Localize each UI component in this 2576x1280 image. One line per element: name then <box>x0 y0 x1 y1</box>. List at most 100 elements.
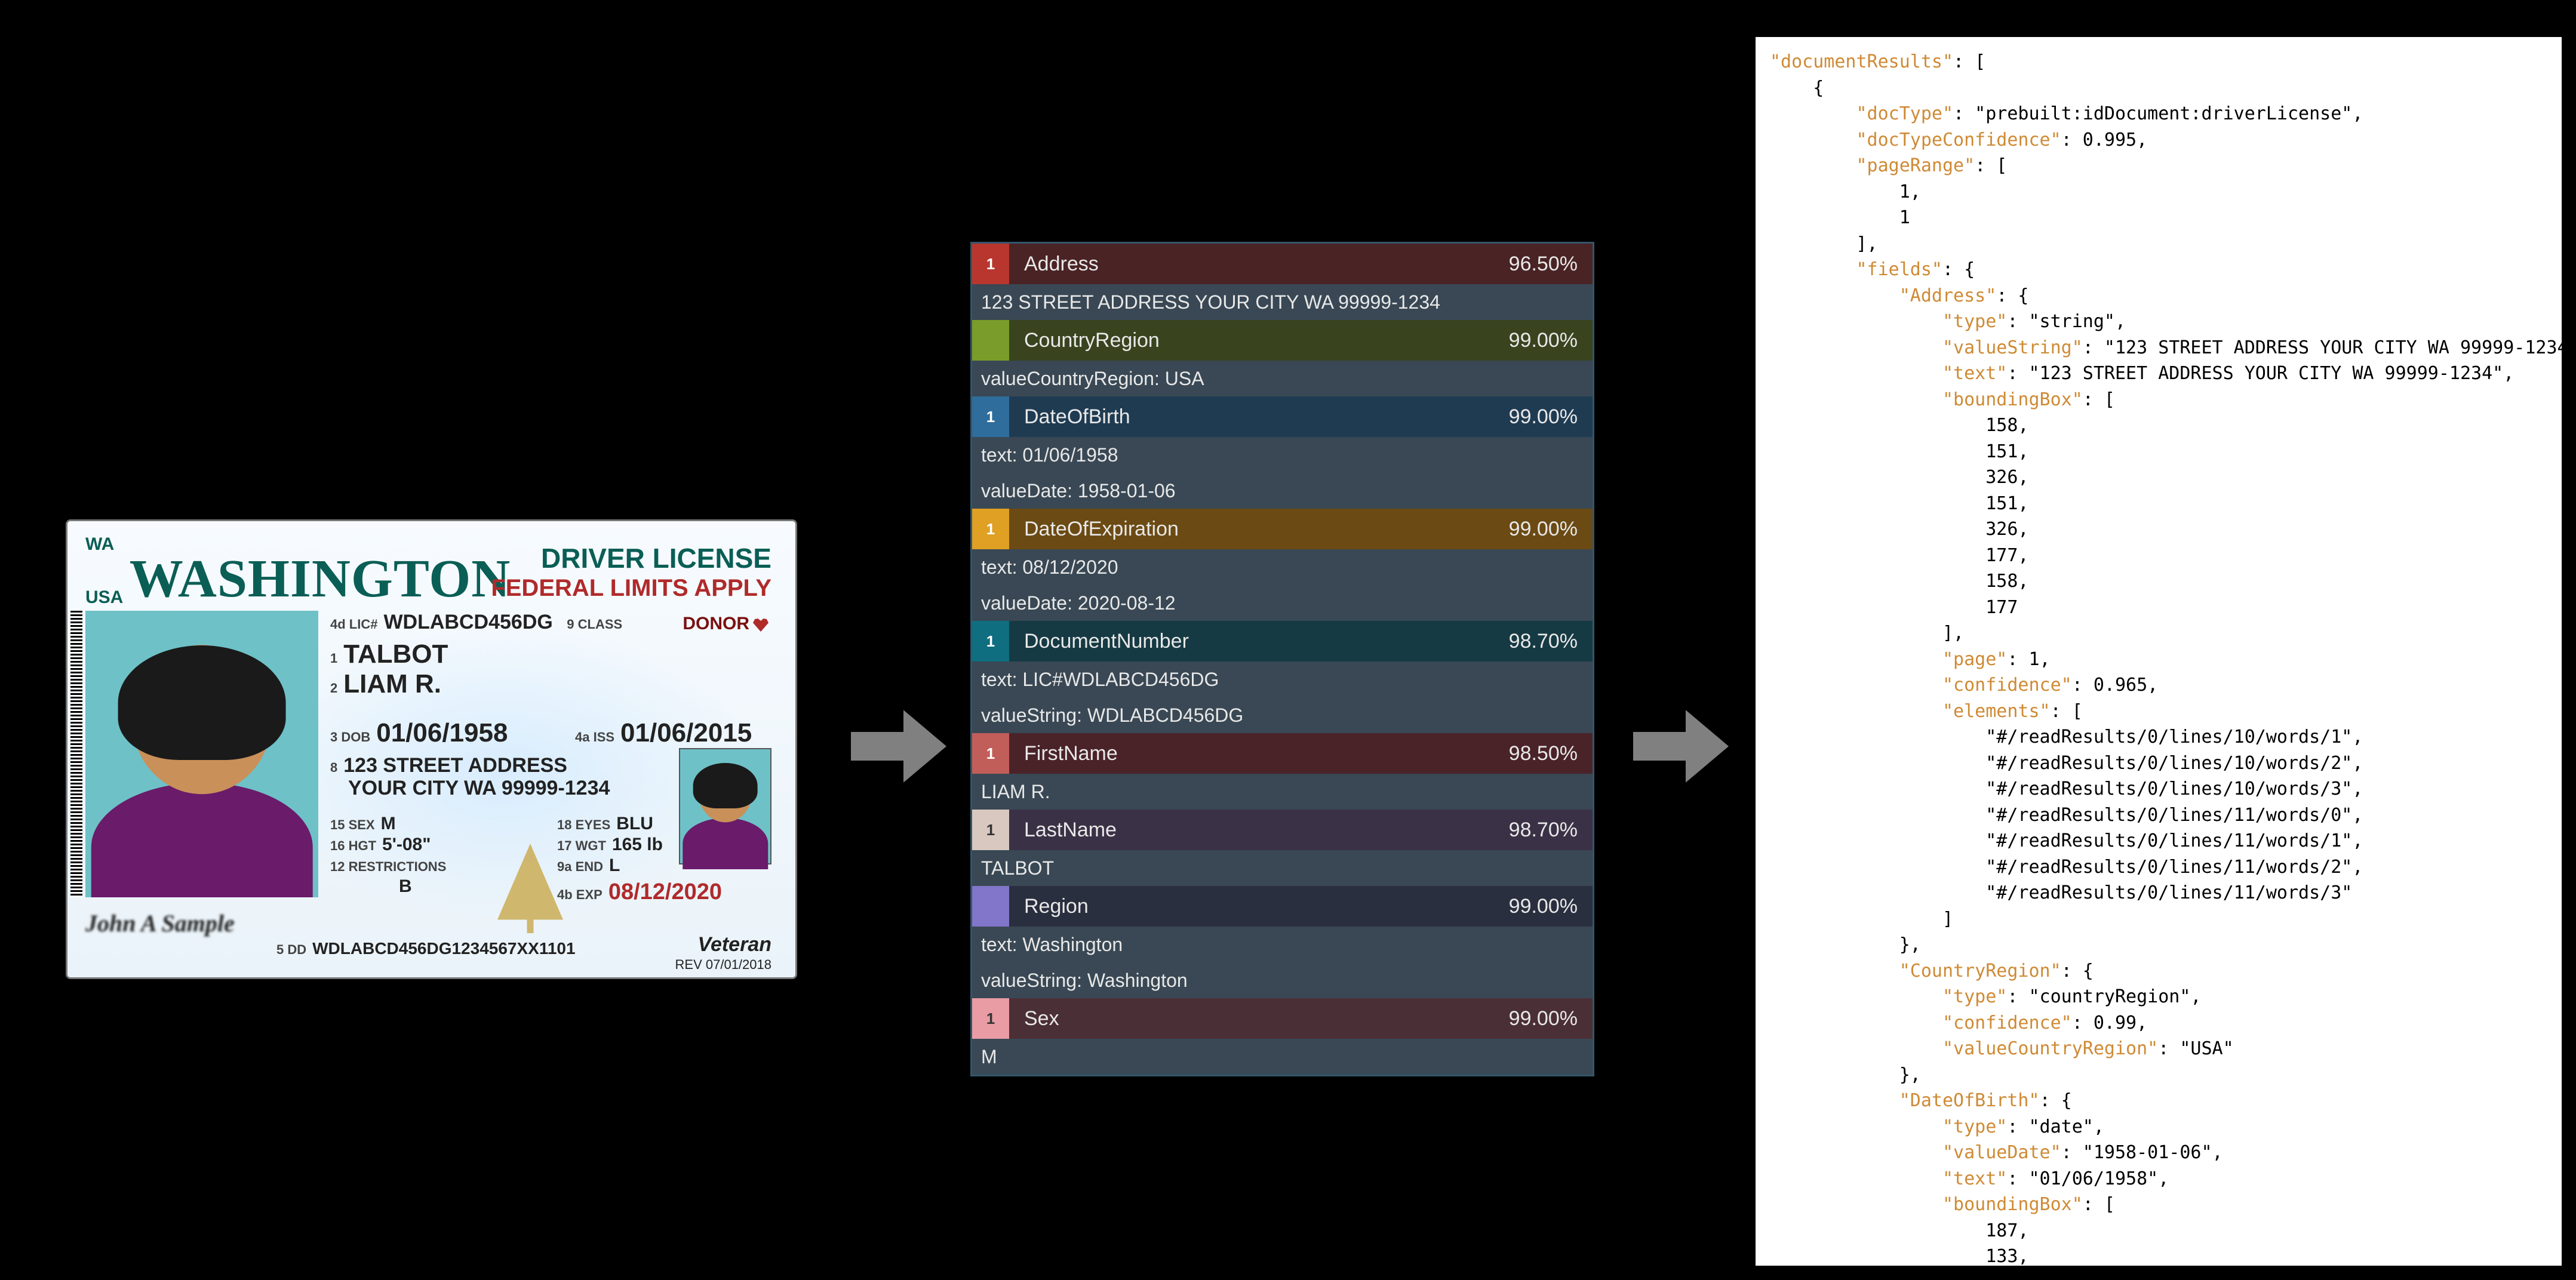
label-sex: 15 SEX <box>330 817 375 832</box>
avatar-hair <box>118 645 286 760</box>
field-name: Region <box>1009 895 1509 918</box>
field-badge: 1 <box>972 396 1009 437</box>
field-badge: 1 <box>972 810 1009 850</box>
label-iss: 4a ISS <box>575 730 614 744</box>
field-name: DateOfBirth <box>1009 405 1509 429</box>
value-dd: WDLABCD456DG1234567XX1101 <box>312 939 575 958</box>
field-wgt: 17 WGT 165 lb <box>557 835 663 855</box>
label-wgt: 17 WGT <box>557 838 606 853</box>
field-name: DateOfExpiration <box>1009 518 1509 541</box>
value-firstname: LIAM R. <box>343 669 441 699</box>
arrow-right-icon <box>1633 699 1729 794</box>
avatar-hair-mini <box>693 763 758 808</box>
label-rest: 12 RESTRICTIONS <box>330 859 446 874</box>
field-detail: valueDate: 2020-08-12 <box>972 585 1593 621</box>
value-eyes: BLU <box>616 814 653 833</box>
field-badge: 1 <box>972 733 1009 774</box>
arrow-right-icon <box>851 699 946 794</box>
value-rest: B <box>399 876 412 897</box>
value-address1: 123 STREET ADDRESS <box>343 754 567 777</box>
field-name: FirstName <box>1009 742 1509 765</box>
field-detail: text: 08/12/2020 <box>972 549 1593 585</box>
field-detail: M <box>972 1039 1593 1075</box>
label-hgt: 16 HGT <box>330 838 376 853</box>
field-detail: valueCountryRegion: USA <box>972 361 1593 396</box>
state-abbrev-2: USA <box>85 587 123 607</box>
label-dob: 3 DOB <box>330 730 370 744</box>
field-rest: 12 RESTRICTIONS <box>330 856 452 876</box>
field-detail: valueString: WDLABCD456DG <box>972 697 1593 733</box>
signature: John A Sample <box>85 909 235 937</box>
field-row-region[interactable]: Region99.00% <box>972 886 1593 927</box>
field-detail: TALBOT <box>972 850 1593 886</box>
avatar-body-mini <box>683 818 768 869</box>
value-sex: M <box>381 814 396 833</box>
value-wgt: 165 lb <box>612 835 663 854</box>
field-row-documentnumber[interactable]: 1DocumentNumber98.70% <box>972 621 1593 661</box>
field-name: CountryRegion <box>1009 329 1509 352</box>
field-row-address[interactable]: 1Address96.50% <box>972 244 1593 284</box>
field-detail: 123 STREET ADDRESS YOUR CITY WA 99999-12… <box>972 284 1593 320</box>
field-exp: 4b EXP08/12/2020 <box>557 879 722 905</box>
value-iss: 01/06/2015 <box>620 718 752 747</box>
value-lastname: TALBOT <box>343 639 448 669</box>
field-row-countryregion[interactable]: CountryRegion99.00% <box>972 320 1593 361</box>
json-output-panel: "documentResults": [ { "docType": "prebu… <box>1756 37 2562 1266</box>
field-name: DocumentNumber <box>1009 630 1509 653</box>
driver-license-card: 1234567XX1101 20 WA USA WASHINGTON DRIVE… <box>66 519 797 979</box>
license-title: DRIVER LICENSE <box>541 542 771 574</box>
label-firstname: 2 <box>330 681 337 696</box>
field-detail: text: Washington <box>972 927 1593 962</box>
state-block: WA USA WASHINGTON <box>85 536 511 606</box>
field-detail: text: LIC#WDLABCD456DG <box>972 661 1593 697</box>
extracted-fields-panel: 1Address96.50%123 STREET ADDRESS YOUR CI… <box>970 242 1594 1076</box>
field-badge <box>972 886 1009 927</box>
field-confidence: 98.70% <box>1509 630 1593 653</box>
field-confidence: 98.50% <box>1509 742 1593 765</box>
photo-main <box>85 611 318 897</box>
rev-label: REV 07/01/2018 <box>675 957 771 973</box>
field-row-dateofbirth[interactable]: 1DateOfBirth99.00% <box>972 396 1593 437</box>
field-dob: 3 DOB 01/06/1958 <box>330 718 508 748</box>
label-lastname: 1 <box>330 651 337 666</box>
value-dob: 01/06/1958 <box>376 718 508 747</box>
avatar-body <box>91 783 313 897</box>
field-confidence: 96.50% <box>1509 253 1593 276</box>
license-subtitle: FEDERAL LIMITS APPLY <box>491 575 771 602</box>
field-badge: 1 <box>972 998 1009 1039</box>
label-exp: 4b EXP <box>557 887 602 902</box>
field-detail: valueDate: 1958-01-06 <box>972 473 1593 509</box>
field-confidence: 99.00% <box>1509 1007 1593 1030</box>
label-end: 9a END <box>557 859 603 874</box>
field-dd: 5 DD WDLABCD456DG1234567XX1101 <box>276 939 576 958</box>
field-confidence: 99.00% <box>1509 895 1593 918</box>
field-end: 9a END L <box>557 856 620 876</box>
barcode-stripe <box>70 611 82 897</box>
field-confidence: 98.70% <box>1509 819 1593 842</box>
field-sex: 15 SEX M <box>330 814 396 834</box>
field-badge <box>972 320 1009 361</box>
value-lic: WDLABCD456DG <box>383 611 552 633</box>
label-address: 8 <box>330 760 337 775</box>
field-row-dateofexpiration[interactable]: 1DateOfExpiration99.00% <box>972 509 1593 549</box>
tree-icon <box>497 844 563 933</box>
field-iss: 4a ISS 01/06/2015 <box>575 718 752 748</box>
field-name: LastName <box>1009 819 1509 842</box>
field-address2: YOUR CITY WA 99999-1234 <box>348 777 610 800</box>
field-detail: text: 01/06/1958 <box>972 437 1593 473</box>
field-detail: LIAM R. <box>972 774 1593 810</box>
field-confidence: 99.00% <box>1509 518 1593 541</box>
label-class: 9 CLASS <box>567 617 622 632</box>
field-row-firstname[interactable]: 1FirstName98.50% <box>972 733 1593 774</box>
donor-badge: DONOR <box>683 614 769 634</box>
field-eyes: 18 EYESBLU <box>557 814 653 834</box>
photo-mini <box>679 748 771 864</box>
field-row-sex[interactable]: 1Sex99.00% <box>972 998 1593 1039</box>
field-address1: 8 123 STREET ADDRESS <box>330 754 567 777</box>
field-row-lastname[interactable]: 1LastName98.70% <box>972 810 1593 850</box>
field-badge: 1 <box>972 244 1009 284</box>
state-name: WASHINGTON <box>130 552 511 606</box>
field-name: Sex <box>1009 1007 1509 1030</box>
label-dd: 5 DD <box>276 942 306 957</box>
value-end: L <box>609 856 620 875</box>
